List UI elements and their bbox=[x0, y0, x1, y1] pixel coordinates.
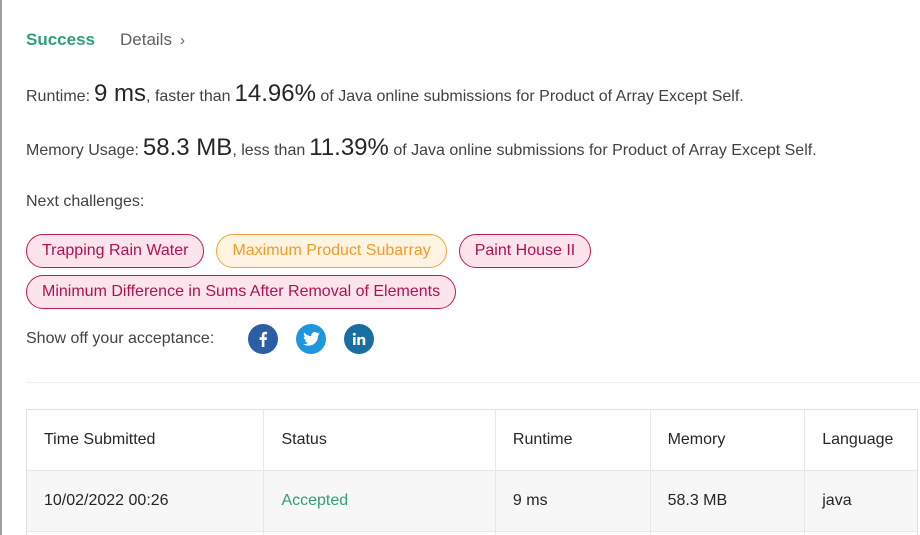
memory-comparison: , less than bbox=[232, 142, 306, 159]
tag-row: Trapping Rain Water Maximum Product Suba… bbox=[26, 234, 592, 268]
details-label: Details bbox=[120, 30, 172, 49]
memory-stat: Memory Usage: 58.3 MB , less than 11.39%… bbox=[26, 134, 817, 162]
twitter-icon[interactable] bbox=[296, 324, 327, 354]
runtime-percent: 14.96% bbox=[234, 80, 316, 107]
details-link[interactable]: Details › bbox=[120, 30, 185, 50]
next-challenges-label: Next challenges: bbox=[26, 193, 145, 210]
runtime-value: 9 ms bbox=[94, 80, 147, 107]
memory-value: 58.3 MB bbox=[142, 134, 233, 161]
challenge-tag-paint-house-ii[interactable]: Paint House II bbox=[458, 234, 592, 268]
memory-suffix: of Java online submissions for Product o… bbox=[393, 142, 817, 159]
linkedin-icon[interactable] bbox=[344, 324, 375, 354]
twitter-glyph bbox=[302, 332, 320, 346]
tag-row: Minimum Difference in Sums After Removal… bbox=[26, 275, 586, 309]
share-label: Show off your acceptance: bbox=[26, 330, 215, 347]
column-header-runtime[interactable]: Runtime bbox=[496, 410, 651, 470]
chevron-right-icon: › bbox=[179, 31, 185, 49]
column-header-status[interactable]: Status bbox=[264, 410, 496, 470]
share-section: Show off your acceptance: bbox=[26, 324, 392, 354]
cell-memory: 58.3 MB bbox=[651, 471, 806, 531]
column-header-memory[interactable]: Memory bbox=[651, 410, 806, 470]
linkedin-glyph bbox=[353, 332, 366, 345]
column-header-language[interactable]: Language bbox=[805, 410, 917, 470]
next-challenges-list: Trapping Rain Water Maximum Product Suba… bbox=[26, 234, 592, 316]
memory-percent: 11.39% bbox=[309, 134, 389, 161]
cell-time-submitted: 10/02/2022 00:26 bbox=[27, 471, 265, 531]
challenge-tag-maximum-product-subarray[interactable]: Maximum Product Subarray bbox=[216, 234, 447, 268]
facebook-icon[interactable] bbox=[248, 324, 279, 354]
challenge-tag-minimum-difference-in-sums[interactable]: Minimum Difference in Sums After Removal… bbox=[26, 275, 457, 309]
status-accepted-link[interactable]: Accepted bbox=[281, 492, 348, 510]
cell-language: java bbox=[822, 492, 852, 509]
cell-runtime: 9 ms bbox=[496, 471, 651, 531]
runtime-stat: Runtime: 9 ms , faster than 14.96% of Ja… bbox=[26, 80, 744, 108]
table-header-row: Time Submitted Status Runtime Memory Lan… bbox=[27, 410, 917, 471]
runtime-comparison: , faster than bbox=[146, 88, 231, 105]
facebook-glyph bbox=[259, 331, 268, 347]
memory-label: Memory Usage: bbox=[26, 142, 139, 159]
result-header: Success Details › bbox=[26, 30, 185, 50]
divider bbox=[26, 382, 920, 383]
runtime-label: Runtime: bbox=[26, 88, 91, 105]
table-row: 10/02/2022 00:26 Accepted 9 ms 58.3 MB j… bbox=[27, 471, 917, 532]
runtime-suffix: of Java online submissions for Product o… bbox=[320, 88, 744, 105]
success-status: Success bbox=[26, 30, 95, 49]
submissions-table: Time Submitted Status Runtime Memory Lan… bbox=[26, 409, 918, 535]
submission-result-panel: Success Details › Runtime: 9 ms , faster… bbox=[0, 0, 920, 535]
challenge-tag-trapping-rain-water[interactable]: Trapping Rain Water bbox=[26, 234, 205, 268]
column-header-time-submitted[interactable]: Time Submitted bbox=[27, 410, 265, 470]
cell-status: Accepted bbox=[264, 471, 496, 531]
